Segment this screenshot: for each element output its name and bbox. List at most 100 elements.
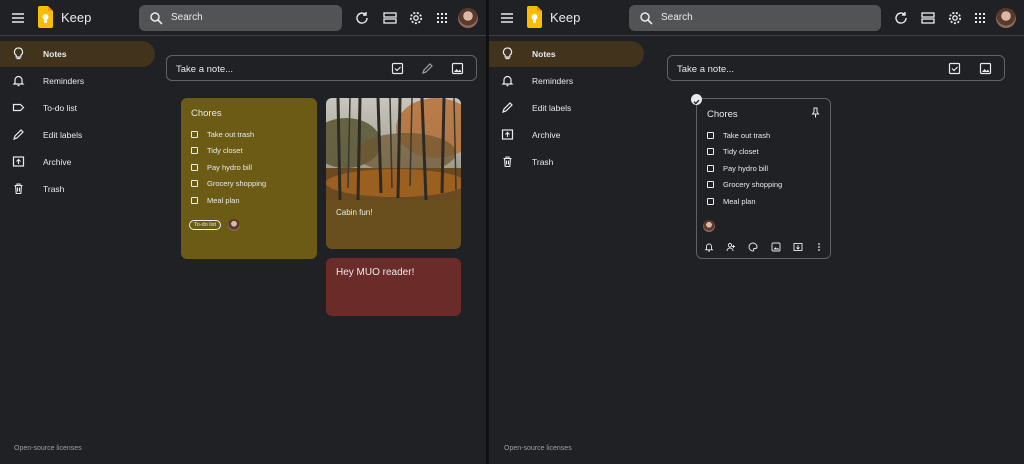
checkbox-icon[interactable] <box>191 164 198 171</box>
collaborator-avatar[interactable] <box>228 219 240 231</box>
select-note-check-icon[interactable] <box>691 94 702 105</box>
remind-me-bell-icon[interactable] <box>704 242 714 252</box>
nav-item-archive[interactable]: Archive <box>489 122 644 148</box>
main-menu-icon[interactable] <box>499 10 515 26</box>
take-note-bar[interactable]: Take a note... <box>667 55 1005 81</box>
checklist-item[interactable]: Pay hydro bill <box>191 162 311 176</box>
settings-gear-icon[interactable] <box>947 10 963 26</box>
note-card-cabin[interactable]: Cabin fun! <box>326 98 461 249</box>
nav-label: Trash <box>532 157 554 167</box>
nav-item-notes[interactable]: Notes <box>0 41 155 67</box>
checkbox-icon[interactable] <box>191 131 198 138</box>
keep-window-left: Keep Search Notes Reminders To-do list E… <box>0 0 486 464</box>
checklist-item[interactable]: Grocery shopping <box>191 178 311 192</box>
settings-gear-icon[interactable] <box>408 10 424 26</box>
archive-icon <box>501 129 514 140</box>
more-options-icon[interactable] <box>814 242 824 252</box>
checklist-item-text: Tidy closet <box>207 146 243 155</box>
search-bar[interactable]: Search <box>629 5 881 31</box>
checklist-item-text: Grocery shopping <box>723 180 783 189</box>
app-title: Keep <box>61 10 92 25</box>
nav-item-trash[interactable]: Trash <box>0 176 155 202</box>
refresh-icon[interactable] <box>893 10 909 26</box>
nav-item-archive[interactable]: Archive <box>0 149 155 175</box>
nav-item-edit-labels[interactable]: Edit labels <box>489 95 644 121</box>
pin-icon[interactable] <box>810 107 821 118</box>
checkbox-icon[interactable] <box>707 198 714 205</box>
nav-label: Reminders <box>532 76 574 86</box>
checklist-item[interactable]: Grocery shopping <box>707 179 827 193</box>
nav-item-reminders[interactable]: Reminders <box>0 68 155 94</box>
apps-grid-icon[interactable] <box>972 10 988 26</box>
search-bar[interactable]: Search <box>139 5 342 31</box>
new-image-icon[interactable] <box>451 62 464 75</box>
nav-item-todo-list[interactable]: To-do list <box>0 95 155 121</box>
archive-icon[interactable] <box>793 242 803 252</box>
checklist-item[interactable]: Tidy closet <box>707 146 827 160</box>
take-note-bar[interactable]: Take a note... <box>166 55 477 81</box>
note-card-muo[interactable]: Hey MUO reader! <box>326 258 461 316</box>
search-icon <box>150 12 163 25</box>
checkbox-icon[interactable] <box>191 180 198 187</box>
list-view-icon[interactable] <box>920 10 936 26</box>
account-avatar[interactable] <box>996 8 1016 28</box>
app-title: Keep <box>550 10 581 25</box>
note-title: Chores <box>191 108 222 119</box>
collaborator-add-icon[interactable] <box>726 242 736 252</box>
collaborator-avatar[interactable] <box>703 220 715 232</box>
forest-image <box>326 98 461 200</box>
take-note-placeholder: Take a note... <box>176 64 234 75</box>
checklist-item[interactable]: Take out trash <box>191 129 311 143</box>
add-image-icon[interactable] <box>771 242 781 252</box>
note-text: Cabin fun! <box>336 208 373 217</box>
note-card-chores[interactable]: Chores Take out trash Tidy closet Pay hy… <box>181 98 317 259</box>
search-label: Search <box>171 12 203 23</box>
refresh-icon[interactable] <box>354 10 370 26</box>
checkbox-icon[interactable] <box>191 147 198 154</box>
archive-icon <box>12 156 25 167</box>
pencil-icon <box>502 102 513 113</box>
nav-label: Trash <box>43 184 65 194</box>
list-view-icon[interactable] <box>382 10 398 26</box>
nav-item-notes[interactable]: Notes <box>489 41 644 67</box>
checkbox-icon[interactable] <box>707 165 714 172</box>
new-list-checkbox-icon[interactable] <box>391 62 404 75</box>
checklist-item[interactable]: Pay hydro bill <box>707 163 827 177</box>
search-icon <box>640 12 653 25</box>
checklist-item[interactable]: Tidy closet <box>191 145 311 159</box>
checklist-item[interactable]: Meal plan <box>191 195 311 209</box>
checkbox-icon[interactable] <box>707 148 714 155</box>
apps-grid-icon[interactable] <box>434 10 450 26</box>
nav-label: Archive <box>43 157 72 167</box>
new-image-icon[interactable] <box>979 62 992 75</box>
palette-icon[interactable] <box>748 242 758 252</box>
bell-icon <box>12 75 25 87</box>
open-source-licenses-link[interactable]: Open-source licenses <box>504 445 572 452</box>
main-menu-icon[interactable] <box>10 10 26 26</box>
open-source-licenses-link[interactable]: Open-source licenses <box>14 445 82 452</box>
label-tag-icon <box>12 103 25 112</box>
checkbox-icon[interactable] <box>707 181 714 188</box>
note-card-chores-selected[interactable]: Chores Take out trash Tidy closet Pay hy… <box>696 98 831 259</box>
take-note-placeholder: Take a note... <box>677 64 735 75</box>
checkbox-icon[interactable] <box>191 197 198 204</box>
checklist-item-text: Pay hydro bill <box>207 163 253 172</box>
checkbox-icon[interactable] <box>707 132 714 139</box>
checklist-item[interactable]: Meal plan <box>707 196 827 210</box>
keep-logo-icon <box>38 6 53 28</box>
note-label-chip[interactable]: To-do list <box>189 220 222 230</box>
keep-logo-icon <box>527 6 542 28</box>
checklist-item-text: Meal plan <box>723 197 756 206</box>
nav-item-edit-labels[interactable]: Edit labels <box>0 122 155 148</box>
nav-label: To-do list <box>43 103 78 113</box>
note-title: Chores <box>707 109 738 120</box>
checklist-item-text: Tidy closet <box>723 147 759 156</box>
account-avatar[interactable] <box>458 8 478 28</box>
checklist-item[interactable]: Take out trash <box>707 130 827 144</box>
nav-item-reminders[interactable]: Reminders <box>489 68 644 94</box>
new-drawing-brush-icon[interactable] <box>421 62 434 75</box>
new-list-checkbox-icon[interactable] <box>948 62 961 75</box>
nav-label: Edit labels <box>43 130 83 140</box>
checklist-item-text: Take out trash <box>207 130 255 139</box>
nav-item-trash[interactable]: Trash <box>489 149 644 175</box>
